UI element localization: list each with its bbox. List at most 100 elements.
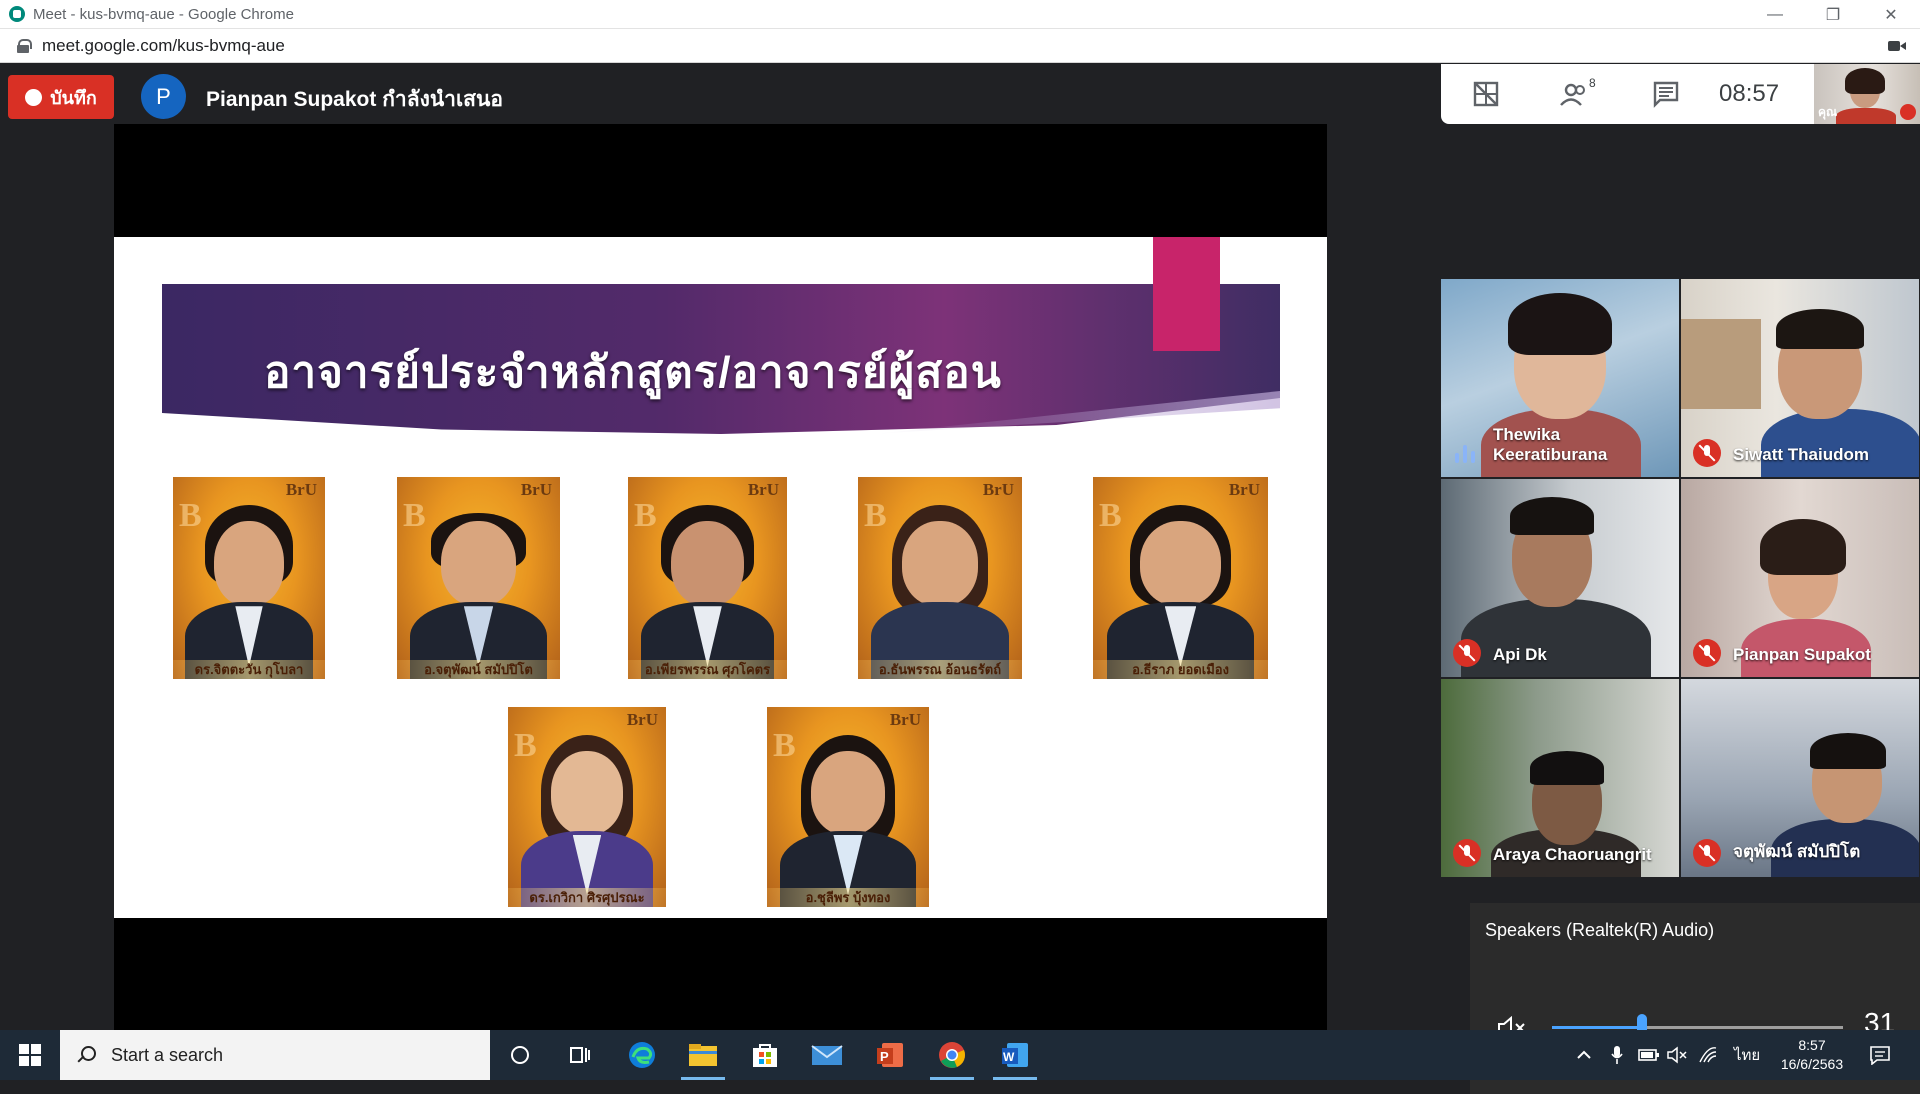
- participant-tile[interactable]: Araya Chaoruangrit: [1441, 679, 1679, 877]
- participant-name: Siwatt Thaiudom: [1733, 445, 1869, 464]
- photo-caption: ดร.เกวิกา ศิรศุปรณะ: [508, 888, 666, 907]
- input-language[interactable]: ไทย: [1734, 1030, 1760, 1080]
- slide: อาจารย์ประจำหลักสูตร/อาจารย์ผู้สอน B BrU …: [114, 237, 1327, 918]
- self-view-thumbnail[interactable]: คุณ: [1814, 64, 1920, 124]
- faculty-photo: B BrU อ.ธีราภ ยอดเมือง: [1093, 477, 1268, 679]
- chat-icon: [1653, 81, 1679, 108]
- faculty-photo: B BrU ดร.เกวิกา ศิรศุปรณะ: [508, 707, 666, 907]
- people-icon: [1560, 83, 1585, 106]
- photo-caption: อ.ชุลีพร บุ้งทอง: [767, 888, 929, 907]
- taskbar-time: 8:57: [1798, 1037, 1826, 1053]
- faculty-photo: B BrU อ.จตุพัฒน์ สมัปปิโต: [397, 477, 560, 679]
- participant-name: จตุพัฒน์ สมัปปิโต: [1733, 842, 1861, 861]
- window-title: Meet - kus-bvmq-aue - Google Chrome: [33, 5, 294, 23]
- participant-name: Api Dk: [1493, 645, 1547, 664]
- task-view-icon: [570, 1047, 590, 1063]
- cortana-button[interactable]: [490, 1030, 550, 1080]
- meet-top-bar: 8 08:57: [1441, 64, 1814, 124]
- faculty-photo: B BrU ดร.จิตตะวัน กุโบลา: [173, 477, 325, 679]
- file-explorer-button[interactable]: [673, 1030, 733, 1080]
- record-dot-icon: [25, 88, 43, 106]
- muted-mic-icon: [1453, 839, 1481, 867]
- microphone-icon[interactable]: [1610, 1030, 1624, 1080]
- speaking-indicator-icon: [1455, 443, 1481, 463]
- recording-label: บันทึก: [50, 87, 97, 108]
- participant-name: Araya Chaoruangrit: [1493, 845, 1652, 864]
- task-view-button[interactable]: [550, 1030, 610, 1080]
- layout-tile-button[interactable]: [1441, 64, 1531, 124]
- close-icon[interactable]: ✕: [1862, 0, 1920, 29]
- presenter-avatar: P: [141, 74, 186, 119]
- svg-text:P: P: [880, 1049, 889, 1064]
- photo-caption: อ.ธีราภ ยอดเมือง: [1093, 660, 1268, 679]
- url-text[interactable]: meet.google.com/kus-bvmq-aue: [42, 36, 285, 56]
- chrome-button[interactable]: [922, 1030, 982, 1080]
- start-button[interactable]: [0, 1030, 60, 1080]
- muted-mic-icon: [1453, 639, 1481, 667]
- volume-slider[interactable]: [1552, 1014, 1843, 1041]
- faculty-photo: B BrU อ.เพียรพรรณ ศุภโคตร: [628, 477, 787, 679]
- svg-text:W: W: [1003, 1050, 1015, 1064]
- powerpoint-button[interactable]: P: [860, 1030, 920, 1080]
- edge-button[interactable]: [612, 1030, 672, 1080]
- search-placeholder: Start a search: [111, 1044, 224, 1065]
- participants-count: 8: [1589, 76, 1596, 90]
- meet-stage: บันทึก P Pianpan Supakot กำลังนำเสนอ 8 0…: [0, 64, 1920, 1094]
- chat-button[interactable]: [1621, 64, 1711, 124]
- edge-icon: [629, 1042, 655, 1068]
- windows-taskbar: Start a search P W ไทย 8:57 16/6/2563: [0, 1030, 1920, 1080]
- audio-device-name: Speakers (Realtek(R) Audio): [1485, 920, 1715, 940]
- meet-favicon-icon: [9, 6, 25, 22]
- store-icon: [753, 1044, 777, 1067]
- muted-mic-icon: [1693, 639, 1721, 667]
- photo-caption: อ.ธันพรรณ อ้อนธรัตถ์: [858, 660, 1022, 679]
- presentation-area: อาจารย์ประจำหลักสูตร/อาจารย์ผู้สอน B BrU …: [114, 124, 1327, 1030]
- notification-icon[interactable]: [1869, 1030, 1891, 1080]
- volume-fill: [1552, 1026, 1643, 1029]
- participant-tile[interactable]: Api Dk: [1441, 479, 1679, 677]
- search-icon: [77, 1046, 96, 1064]
- taskbar-search[interactable]: Start a search: [60, 1030, 490, 1080]
- battery-icon[interactable]: [1638, 1030, 1660, 1080]
- address-bar[interactable]: meet.google.com/kus-bvmq-aue: [0, 29, 1920, 63]
- self-label: คุณ: [1818, 105, 1838, 119]
- camera-in-use-icon[interactable]: [1888, 39, 1906, 53]
- faculty-photo: B BrU อ.ชุลีพร บุ้งทอง: [767, 707, 929, 907]
- participant-tile[interactable]: จตุพัฒน์ สมัปปิโต: [1681, 679, 1919, 877]
- file-explorer-icon: [689, 1044, 717, 1066]
- maximize-icon[interactable]: ❐: [1804, 0, 1862, 29]
- mail-icon: [811, 1045, 843, 1065]
- participant-tile[interactable]: Thewika Keeratiburana: [1441, 279, 1679, 477]
- meeting-clock: 08:57: [1719, 80, 1780, 107]
- photo-caption: อ.เพียรพรรณ ศุภโคตร: [628, 660, 787, 679]
- taskbar-date: 16/6/2563: [1780, 1056, 1844, 1072]
- word-button[interactable]: W: [985, 1030, 1045, 1080]
- muted-mic-icon: [1693, 839, 1721, 867]
- participants-button[interactable]: 8: [1531, 64, 1621, 124]
- photo-caption: ดร.จิตตะวัน กุโบลา: [173, 660, 325, 679]
- word-icon: W: [1002, 1043, 1028, 1067]
- photo-caption: อ.จตุพัฒน์ สมัปปิโต: [397, 660, 560, 679]
- store-button[interactable]: [735, 1030, 795, 1080]
- participant-name: Thewika Keeratiburana: [1493, 425, 1608, 464]
- mail-button[interactable]: [797, 1030, 857, 1080]
- participant-tile[interactable]: Siwatt Thaiudom: [1681, 279, 1919, 477]
- browser-title-bar: Meet - kus-bvmq-aue - Google Chrome — ❐ …: [0, 0, 1920, 29]
- faculty-photo: B BrU อ.ธันพรรณ อ้อนธรัตถ์: [858, 477, 1022, 679]
- tray-chevron-icon[interactable]: [1575, 1030, 1593, 1080]
- muted-mic-icon: [1693, 439, 1721, 467]
- taskbar-clock[interactable]: 8:57 16/6/2563: [1762, 1036, 1862, 1074]
- participant-name: Pianpan Supakot: [1733, 645, 1871, 664]
- windows-logo-icon: [19, 1044, 41, 1066]
- window-controls: — ❐ ✕: [1746, 0, 1920, 29]
- self-muted-icon: [1900, 104, 1916, 120]
- participant-tile[interactable]: Pianpan Supakot: [1681, 479, 1919, 677]
- volume-muted-tray-icon[interactable]: [1667, 1030, 1689, 1080]
- chrome-icon: [939, 1042, 965, 1068]
- presenter-status: Pianpan Supakot กำลังนำเสนอ: [206, 88, 503, 111]
- wifi-icon[interactable]: [1698, 1030, 1718, 1080]
- recording-button[interactable]: บันทึก: [8, 75, 114, 119]
- slide-title: อาจารย์ประจำหลักสูตร/อาจารย์ผู้สอน: [264, 348, 1002, 397]
- lock-icon[interactable]: [17, 38, 32, 53]
- minimize-icon[interactable]: —: [1746, 0, 1804, 29]
